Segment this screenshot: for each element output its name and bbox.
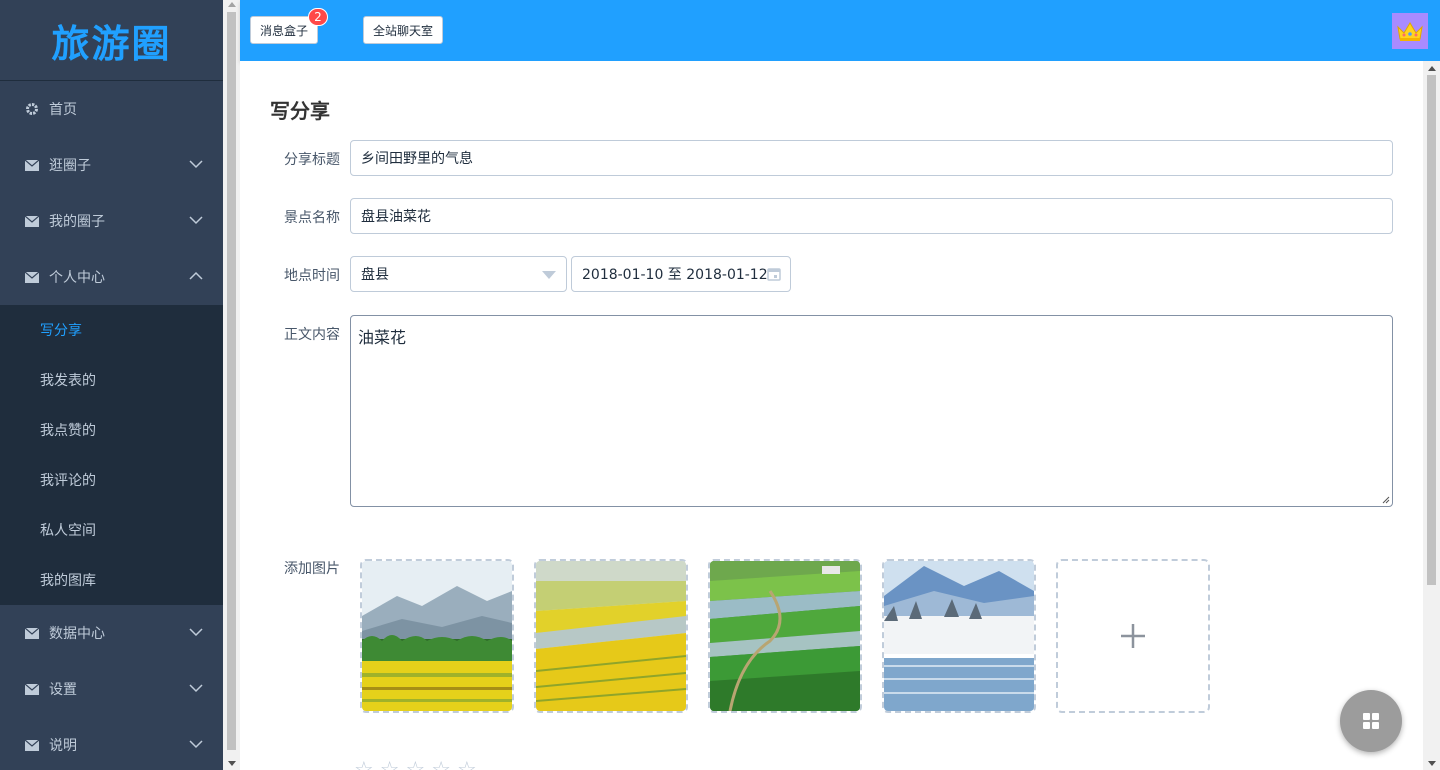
avatar[interactable] bbox=[1392, 13, 1428, 49]
title-label: 分享标题 bbox=[284, 152, 340, 168]
title-input-value: 乡间田野里的气息 bbox=[361, 151, 473, 167]
mail-icon bbox=[24, 681, 40, 697]
sidebar-item-home[interactable]: 首页 bbox=[0, 81, 223, 137]
sidebar-item-personal-center[interactable]: 个人中心 bbox=[0, 249, 223, 305]
caret-down-icon bbox=[542, 271, 556, 279]
scroll-down-arrow-icon[interactable] bbox=[228, 761, 236, 766]
logo[interactable]: 旅游圈 bbox=[0, 0, 223, 81]
star-icon[interactable]: ☆ bbox=[457, 758, 477, 770]
message-count-badge: 2 bbox=[308, 8, 328, 26]
submenu-personal-center: 写分享 我发表的 我点赞的 我评论的 私人空间 我的图库 bbox=[0, 305, 223, 605]
sidebar-item-my-likes[interactable]: 我点赞的 bbox=[0, 405, 223, 455]
chatroom-button[interactable]: 全站聊天室 bbox=[363, 16, 443, 44]
chevron-up-icon bbox=[189, 271, 203, 280]
mail-icon bbox=[24, 157, 40, 173]
place-select-value: 盘县 bbox=[361, 267, 389, 283]
crown-icon bbox=[1397, 22, 1423, 41]
mail-icon bbox=[24, 737, 40, 753]
content-textarea[interactable]: 油菜花 bbox=[350, 315, 1393, 507]
place-time-label: 地点时间 bbox=[284, 268, 340, 284]
sidebar-item-label: 个人中心 bbox=[49, 270, 105, 286]
mail-icon bbox=[24, 625, 40, 641]
sidebar-item-private-space[interactable]: 私人空间 bbox=[0, 505, 223, 555]
place-select[interactable]: 盘县 bbox=[350, 256, 567, 292]
sidebar-item-label: 设置 bbox=[49, 682, 77, 698]
sidebar-item-my-posts[interactable]: 我发表的 bbox=[0, 355, 223, 405]
field-mountains-photo[interactable] bbox=[360, 559, 514, 713]
chevron-down-icon bbox=[189, 216, 203, 225]
mail-icon bbox=[24, 269, 40, 285]
sidebar-item-label: 说明 bbox=[49, 738, 77, 754]
calendar-icon bbox=[767, 268, 781, 281]
sidebar-item-browse-circles[interactable]: 逛圈子 bbox=[0, 137, 223, 193]
grid-menu-fab[interactable] bbox=[1340, 690, 1402, 752]
add-image-button[interactable] bbox=[1056, 559, 1210, 713]
chevron-down-icon bbox=[189, 628, 203, 637]
main-content: 写分享 分享标题 乡间田野里的气息 景点名称 盘县油菜花 地点时间 盘县 201… bbox=[240, 61, 1423, 770]
message-box-button[interactable]: 消息盒子 2 bbox=[250, 8, 328, 44]
page-scrollbar[interactable] bbox=[1423, 61, 1440, 770]
sidebar-item-label: 数据中心 bbox=[49, 626, 105, 642]
scrollbar-thumb[interactable] bbox=[1427, 75, 1436, 585]
spot-input-value: 盘县油菜花 bbox=[361, 209, 431, 225]
sidebar: 旅游圈 首页 逛圈子 我的圈子 个人中心 写分享 我发表的 我点赞的 我评论的 … bbox=[0, 0, 223, 770]
sidebar-item-help[interactable]: 说明 bbox=[0, 717, 223, 770]
chatroom-label: 全站聊天室 bbox=[373, 23, 434, 38]
page-title: 写分享 bbox=[270, 99, 330, 123]
chevron-down-icon bbox=[189, 160, 203, 169]
sidebar-item-my-gallery[interactable]: 我的图库 bbox=[0, 555, 223, 605]
sidebar-item-my-comments[interactable]: 我评论的 bbox=[0, 455, 223, 505]
mail-icon bbox=[24, 213, 40, 229]
scroll-up-arrow-icon[interactable] bbox=[1428, 66, 1436, 71]
message-box-label: 消息盒子 bbox=[260, 23, 309, 38]
spot-input[interactable]: 盘县油菜花 bbox=[350, 198, 1393, 234]
date-range-picker[interactable]: 2018-01-10 至 2018-01-12 bbox=[571, 256, 791, 292]
star-icon[interactable]: ☆ bbox=[380, 758, 400, 770]
sidebar-item-settings[interactable]: 设置 bbox=[0, 661, 223, 717]
plus-icon bbox=[1121, 624, 1145, 648]
date-range-value: 2018-01-10 至 2018-01-12 bbox=[582, 267, 768, 283]
logo-text: 旅游圈 bbox=[51, 21, 172, 66]
sidebar-scrollbar[interactable] bbox=[223, 0, 240, 770]
title-input[interactable]: 乡间田野里的气息 bbox=[350, 140, 1393, 176]
sidebar-item-my-circles[interactable]: 我的圈子 bbox=[0, 193, 223, 249]
scrollbar-thumb[interactable] bbox=[227, 12, 236, 750]
sidebar-item-data-center[interactable]: 数据中心 bbox=[0, 605, 223, 661]
gear-icon bbox=[24, 101, 40, 117]
images-label: 添加图片 bbox=[284, 561, 340, 577]
content-textarea-value: 油菜花 bbox=[358, 328, 407, 347]
chevron-down-icon bbox=[189, 684, 203, 693]
sidebar-item-label: 逛圈子 bbox=[49, 158, 91, 174]
spot-label: 景点名称 bbox=[284, 210, 340, 226]
green-terraces-photo[interactable] bbox=[708, 559, 862, 713]
sidebar-item-label: 我的圈子 bbox=[49, 214, 105, 230]
star-icon[interactable]: ☆ bbox=[405, 758, 425, 770]
sidebar-item-label: 首页 bbox=[49, 102, 77, 118]
scroll-up-arrow-icon[interactable] bbox=[228, 2, 236, 7]
scroll-down-arrow-icon[interactable] bbox=[1428, 761, 1436, 766]
grid-icon bbox=[1363, 713, 1379, 729]
snow-lake-photo[interactable] bbox=[882, 559, 1036, 713]
star-icon[interactable]: ☆ bbox=[354, 758, 374, 770]
rapeseed-field-photo[interactable] bbox=[534, 559, 688, 713]
rating-stars[interactable]: ☆ ☆ ☆ ☆ ☆ bbox=[354, 758, 477, 770]
star-icon[interactable]: ☆ bbox=[431, 758, 451, 770]
resize-grip-icon[interactable] bbox=[1382, 496, 1390, 504]
content-label: 正文内容 bbox=[284, 327, 340, 343]
top-header: 消息盒子 2 全站聊天室 bbox=[240, 0, 1440, 61]
sidebar-item-write-share[interactable]: 写分享 bbox=[0, 305, 223, 355]
chevron-down-icon bbox=[189, 740, 203, 749]
